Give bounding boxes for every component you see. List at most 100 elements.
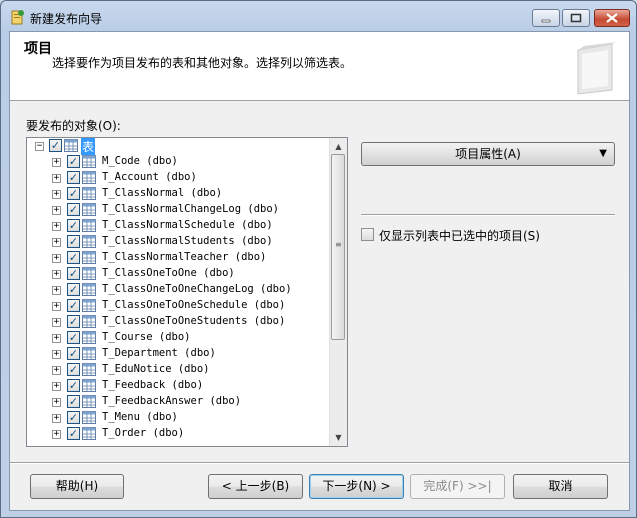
tree-item-label[interactable]: T_Feedback (dbo) [102, 379, 203, 391]
show-only-selected-checkbox[interactable] [361, 228, 374, 241]
maximize-button[interactable] [562, 9, 590, 27]
cancel-button[interactable]: 取消 [513, 474, 608, 499]
tree-item-label[interactable]: T_Course (dbo) [102, 331, 191, 343]
tree-item-label[interactable]: T_EduNotice (dbo) [102, 363, 209, 375]
tree-item-row[interactable]: + ✓ M_Code (dbo) [27, 154, 327, 170]
table-icon [82, 219, 96, 232]
tree-item-row[interactable]: + ✓ T_Order (dbo) [27, 426, 327, 442]
tree-item-label[interactable]: T_FeedbackAnswer (dbo) [102, 395, 241, 407]
tree-item-row[interactable]: + ✓ T_Menu (dbo) [27, 410, 327, 426]
show-only-selected-label[interactable]: 仅显示列表中已选中的项目(S) [379, 227, 540, 244]
expand-icon[interactable]: + [52, 270, 61, 279]
expand-icon[interactable]: + [52, 254, 61, 263]
tree-item-row[interactable]: + ✓ T_ClassNormalStudents (dbo) [27, 234, 327, 250]
tree-item-row[interactable]: + ✓ T_ClassNormal (dbo) [27, 186, 327, 202]
tree-item-label[interactable]: T_ClassNormalStudents (dbo) [102, 235, 273, 247]
item-checkbox[interactable]: ✓ [67, 347, 80, 360]
tree-item-label[interactable]: T_ClassOneToOneSchedule (dbo) [102, 299, 285, 311]
table-icon [82, 315, 96, 328]
tree-item-row[interactable]: + ✓ T_ClassOneToOneSchedule (dbo) [27, 298, 327, 314]
tree-item-label[interactable]: T_ClassOneToOne (dbo) [102, 267, 235, 279]
expand-icon[interactable]: + [52, 222, 61, 231]
expand-icon[interactable]: + [52, 174, 61, 183]
expand-icon[interactable]: + [52, 366, 61, 375]
item-checkbox[interactable]: ✓ [67, 187, 80, 200]
collapse-icon[interactable]: − [35, 142, 44, 151]
page-title: 项目 [24, 41, 52, 57]
tree-item-label[interactable]: T_ClassNormalChangeLog (dbo) [102, 203, 279, 215]
finish-button[interactable]: 完成(F) >>| [410, 474, 505, 499]
tree-root-label[interactable]: 表 [81, 138, 96, 155]
tree-item-label[interactable]: T_ClassNormalSchedule (dbo) [102, 219, 273, 231]
item-checkbox[interactable]: ✓ [67, 267, 80, 280]
tree-item-label[interactable]: M_Code (dbo) [102, 155, 178, 167]
item-checkbox[interactable]: ✓ [67, 171, 80, 184]
expand-icon[interactable]: + [52, 414, 61, 423]
tree-item-row[interactable]: + ✓ T_ClassNormalSchedule (dbo) [27, 218, 327, 234]
item-checkbox[interactable]: ✓ [67, 395, 80, 408]
table-icon [64, 139, 78, 152]
wizard-body: 项目 选择要作为项目发布的表和其他对象。选择列以筛选表。 要发布的对象(O): … [9, 31, 630, 511]
item-checkbox[interactable]: ✓ [67, 299, 80, 312]
item-checkbox[interactable]: ✓ [67, 379, 80, 392]
title-bar[interactable]: 新建发布向导 [1, 1, 636, 31]
tree-item-row[interactable]: + ✓ T_FeedbackAnswer (dbo) [27, 394, 327, 410]
tree-item-row[interactable]: + ✓ T_ClassNormalChangeLog (dbo) [27, 202, 327, 218]
expand-icon[interactable]: + [52, 158, 61, 167]
tree-scrollbar[interactable]: ▲ ≡ ▼ [329, 138, 347, 446]
expand-icon[interactable]: + [52, 190, 61, 199]
item-checkbox[interactable]: ✓ [67, 363, 80, 376]
tree-item-label[interactable]: T_Department (dbo) [102, 347, 216, 359]
back-button[interactable]: < 上一步(B) [208, 474, 303, 499]
tree-item-row[interactable]: + ✓ T_ClassOneToOne (dbo) [27, 266, 327, 282]
item-checkbox[interactable]: ✓ [67, 251, 80, 264]
expand-icon[interactable]: + [52, 334, 61, 343]
table-icon [82, 267, 96, 280]
next-button[interactable]: 下一步(N) > [309, 474, 404, 499]
tree-item-row[interactable]: + ✓ T_ClassOneToOneChangeLog (dbo) [27, 282, 327, 298]
expand-icon[interactable]: + [52, 318, 61, 327]
expand-icon[interactable]: + [52, 398, 61, 407]
scroll-thumb[interactable]: ≡ [331, 154, 345, 340]
expand-icon[interactable]: + [52, 350, 61, 359]
tree-item-row[interactable]: + ✓ T_Feedback (dbo) [27, 378, 327, 394]
tree-item-row[interactable]: + ✓ T_Account (dbo) [27, 170, 327, 186]
item-checkbox[interactable]: ✓ [67, 427, 80, 440]
objects-tree[interactable]: − ✓ 表 + ✓ M_Code (dbo) + ✓ T_Account (dbo) + ✓ T… [26, 137, 348, 447]
root-checkbox[interactable]: ✓ [49, 139, 62, 152]
tree-root-row[interactable]: − ✓ 表 [27, 138, 327, 155]
item-checkbox[interactable]: ✓ [67, 315, 80, 328]
expand-icon[interactable]: + [52, 430, 61, 439]
item-checkbox[interactable]: ✓ [67, 331, 80, 344]
item-checkbox[interactable]: ✓ [67, 155, 80, 168]
tree-item-row[interactable]: + ✓ T_ClassNormalTeacher (dbo) [27, 250, 327, 266]
close-button[interactable] [594, 9, 630, 27]
item-checkbox[interactable]: ✓ [67, 235, 80, 248]
tree-item-label[interactable]: T_Account (dbo) [102, 171, 197, 183]
table-icon [82, 251, 96, 264]
tree-item-label[interactable]: T_ClassOneToOneStudents (dbo) [102, 315, 285, 327]
item-checkbox[interactable]: ✓ [67, 411, 80, 424]
article-properties-button[interactable]: 项目属性(A) ▼ [361, 142, 615, 166]
help-button[interactable]: 帮助(H) [30, 474, 124, 499]
scroll-down-icon[interactable]: ▼ [330, 429, 347, 446]
tree-item-label[interactable]: T_ClassNormalTeacher (dbo) [102, 251, 266, 263]
tree-item-row[interactable]: + ✓ T_Department (dbo) [27, 346, 327, 362]
tree-item-label[interactable]: T_ClassOneToOneChangeLog (dbo) [102, 283, 292, 295]
tree-item-row[interactable]: + ✓ T_EduNotice (dbo) [27, 362, 327, 378]
expand-icon[interactable]: + [52, 302, 61, 311]
item-checkbox[interactable]: ✓ [67, 219, 80, 232]
item-checkbox[interactable]: ✓ [67, 203, 80, 216]
expand-icon[interactable]: + [52, 238, 61, 247]
tree-item-row[interactable]: + ✓ T_Course (dbo) [27, 330, 327, 346]
scroll-up-icon[interactable]: ▲ [330, 138, 347, 155]
expand-icon[interactable]: + [52, 286, 61, 295]
item-checkbox[interactable]: ✓ [67, 283, 80, 296]
tree-item-label[interactable]: T_Order (dbo) [102, 427, 184, 439]
tree-item-label[interactable]: T_ClassNormal (dbo) [102, 187, 222, 199]
expand-icon[interactable]: + [52, 206, 61, 215]
minimize-button[interactable] [532, 9, 560, 27]
tree-item-label[interactable]: T_Menu (dbo) [102, 411, 178, 423]
expand-icon[interactable]: + [52, 382, 61, 391]
tree-item-row[interactable]: + ✓ T_ClassOneToOneStudents (dbo) [27, 314, 327, 330]
